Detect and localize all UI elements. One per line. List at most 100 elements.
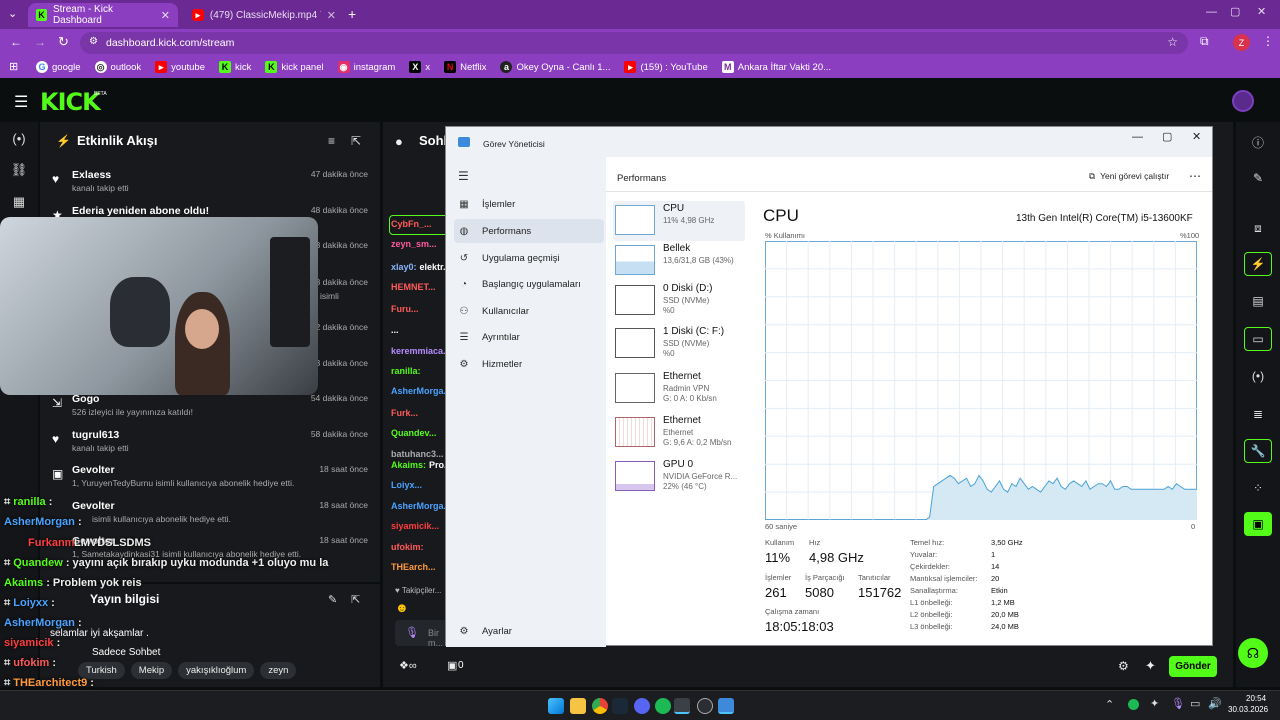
close-tab-icon[interactable]: ✕ bbox=[161, 9, 170, 22]
lightning-icon[interactable]: ⚡ bbox=[1244, 252, 1272, 276]
minimize-icon[interactable]: — bbox=[1132, 131, 1143, 143]
activity-user[interactable]: Gevolter bbox=[72, 464, 115, 476]
resource-cpu[interactable]: CPU 11% 4,98 GHz bbox=[613, 201, 745, 241]
resource-gpu[interactable]: GPU 0 NVIDIA GeForce R... 22% (46 °C) bbox=[613, 457, 743, 497]
run-new-task-button[interactable]: ⧉ Yeni görevi çalıştır bbox=[1089, 171, 1169, 182]
activity-user[interactable]: Gevolter bbox=[72, 500, 115, 512]
app-icon[interactable]: ▣ bbox=[1244, 512, 1272, 536]
close-icon[interactable]: ✕ bbox=[1192, 130, 1201, 143]
support-headset-icon[interactable]: ☊ bbox=[1238, 638, 1268, 668]
chat-username[interactable]: Quandev... bbox=[391, 428, 436, 438]
tab-search-icon[interactable]: ⌄ bbox=[8, 7, 17, 20]
bookmark-youtube-159[interactable]: ▸ (159) : YouTube bbox=[624, 61, 708, 73]
send-button[interactable]: Gönder bbox=[1169, 656, 1217, 677]
bookmark-instagram[interactable]: ◉ instagram bbox=[337, 61, 395, 73]
tab-kick-dashboard[interactable]: K Stream - Kick Dashboard ✕ bbox=[28, 3, 178, 27]
bookmark-outlook[interactable]: ◎ outlook bbox=[94, 61, 141, 73]
bookmark-kick-panel[interactable]: Kkick panel bbox=[265, 61, 324, 73]
address-bar[interactable]: ⚙ dashboard.kick.com/stream ☆ bbox=[80, 32, 1188, 54]
resource-ethernet[interactable]: Ethernet Ethernet G: 9,6 A: 0,2 Mb/sn bbox=[613, 413, 743, 453]
task-manager-taskbar-icon[interactable] bbox=[718, 698, 734, 714]
file-explorer-icon[interactable] bbox=[570, 698, 586, 714]
hamburger-menu-icon[interactable]: ☰ bbox=[14, 92, 28, 112]
resource-ethernet-vpn[interactable]: Ethernet Radmin VPN G: 0 A: 0 Kb/sn bbox=[613, 369, 743, 409]
new-tab-button[interactable]: + bbox=[348, 6, 356, 22]
start-icon[interactable] bbox=[548, 698, 564, 714]
chat-username[interactable]: zeyn_sm... bbox=[391, 239, 437, 249]
chat-icon[interactable]: ▭ bbox=[1244, 327, 1272, 351]
chat-username[interactable]: AsherMorga... bbox=[391, 386, 451, 396]
chat-username[interactable]: xlay0: bbox=[391, 262, 417, 272]
nav-details[interactable]: ☰ Ayrıntılar bbox=[454, 325, 604, 349]
chat-username[interactable]: Akaims: bbox=[391, 460, 426, 470]
obs-icon[interactable] bbox=[697, 698, 713, 714]
analytics-icon[interactable]: ▦ bbox=[0, 186, 38, 218]
pencil-icon[interactable]: ✎ bbox=[1244, 166, 1272, 190]
forward-icon[interactable]: → bbox=[34, 35, 46, 49]
nav-users[interactable]: ⚇ Kullanıcılar bbox=[454, 299, 604, 323]
chat-username[interactable]: batuhanc3... bbox=[391, 449, 444, 459]
mic-icon[interactable]: 🎙 bbox=[405, 626, 419, 639]
kick-logo[interactable]: KICK bbox=[40, 88, 101, 116]
stack-icon[interactable]: ≣ bbox=[1244, 402, 1272, 426]
close-window-icon[interactable]: ✕ bbox=[1257, 5, 1266, 18]
minimize-icon[interactable]: — bbox=[1206, 6, 1217, 18]
site-info-icon[interactable]: ⚙ bbox=[89, 36, 98, 47]
chat-username[interactable]: CybFn_... bbox=[391, 219, 432, 229]
popout-icon[interactable]: ⇱ bbox=[351, 134, 361, 148]
settings-gear-icon[interactable]: ⚙ bbox=[1118, 659, 1129, 673]
steam-icon[interactable] bbox=[612, 698, 628, 714]
streamer-tools-icon[interactable]: ✦ bbox=[1145, 658, 1156, 674]
menu-icon[interactable]: ⋮ bbox=[1262, 34, 1274, 48]
network-icon[interactable]: ▭ bbox=[1190, 697, 1200, 710]
chat-username[interactable]: AsherMorga... bbox=[391, 501, 451, 511]
user-avatar[interactable] bbox=[1232, 90, 1254, 112]
volume-icon[interactable]: 🔊 bbox=[1208, 697, 1222, 710]
tag[interactable]: zeyn bbox=[260, 662, 297, 679]
info-icon[interactable]: ⓘ bbox=[1244, 130, 1272, 154]
discord-icon[interactable] bbox=[634, 698, 650, 714]
crop-icon[interactable]: ⧈ bbox=[1244, 216, 1272, 240]
bookmark-x[interactable]: Xx bbox=[409, 61, 430, 73]
chat-username[interactable]: Furu... bbox=[391, 304, 419, 314]
kick-studio-icon[interactable] bbox=[674, 698, 690, 714]
bookmark-kick[interactable]: Kkick bbox=[218, 61, 251, 73]
chrome-icon[interactable] bbox=[592, 698, 608, 714]
more-options-icon[interactable]: ⋯ bbox=[1189, 169, 1201, 183]
tray-steam-icon[interactable]: ✦ bbox=[1150, 697, 1159, 710]
back-icon[interactable]: ← bbox=[10, 35, 22, 49]
activity-user[interactable]: tugrul613 bbox=[72, 429, 119, 441]
chat-username[interactable]: Loiyx... bbox=[391, 480, 422, 490]
bookmark-star-icon[interactable]: ☆ bbox=[1167, 35, 1178, 49]
resource-disk-c[interactable]: 1 Diski (C: F:) SSD (NVMe) %0 bbox=[613, 324, 743, 364]
chat-username[interactable]: ranilla: bbox=[391, 366, 421, 376]
close-tab-icon[interactable]: ✕ bbox=[327, 9, 336, 22]
chat-username[interactable]: ufokim: bbox=[391, 542, 424, 552]
nav-startup-apps[interactable]: ◔ Başlangıç uygulamaları bbox=[454, 272, 604, 296]
bookmark-google[interactable]: Ggoogle bbox=[36, 61, 81, 73]
chat-username[interactable]: HEMNET... bbox=[391, 282, 436, 292]
wrench-icon[interactable]: 🔧 bbox=[1244, 439, 1272, 463]
extensions-icon[interactable]: ⧉ bbox=[1200, 34, 1209, 49]
activity-user[interactable]: Ederia yeniden abone oldu! bbox=[72, 205, 209, 217]
restore-icon[interactable]: ▢ bbox=[1230, 5, 1240, 18]
apps-icon[interactable]: ⊞ bbox=[9, 60, 18, 73]
nav-processes[interactable]: ▦ İşlemler bbox=[454, 192, 604, 216]
bookmark-okey[interactable]: a Okey Oyna - Canlı 1... bbox=[500, 61, 610, 73]
tray-app-icon[interactable] bbox=[1128, 699, 1139, 710]
nav-settings[interactable]: ⚙ Ayarlar bbox=[454, 619, 604, 643]
mic-icon[interactable]: 🎙 bbox=[1171, 697, 1185, 710]
chat-username[interactable]: keremmiaca... bbox=[391, 346, 451, 356]
broadcast-icon[interactable]: (•) bbox=[1244, 364, 1272, 388]
bookmark-youtube[interactable]: ▸ youtube bbox=[155, 61, 205, 73]
link-icon[interactable]: ⛓ bbox=[0, 154, 38, 186]
tag[interactable]: Mekip bbox=[130, 662, 173, 679]
chat-username[interactable]: ... bbox=[391, 325, 399, 335]
gift-icon[interactable]: ▣ bbox=[447, 659, 457, 672]
profile-avatar[interactable]: Z bbox=[1233, 34, 1250, 51]
document-icon[interactable]: ▤ bbox=[1244, 289, 1272, 313]
chat-username[interactable]: THEarch... bbox=[391, 562, 436, 572]
resource-disk-d[interactable]: 0 Diski (D:) SSD (NVMe) %0 bbox=[613, 281, 743, 321]
nav-app-history[interactable]: ↺ Uygulama geçmişi bbox=[454, 246, 604, 270]
tray-chevron-icon[interactable]: ⌃ bbox=[1105, 698, 1114, 711]
